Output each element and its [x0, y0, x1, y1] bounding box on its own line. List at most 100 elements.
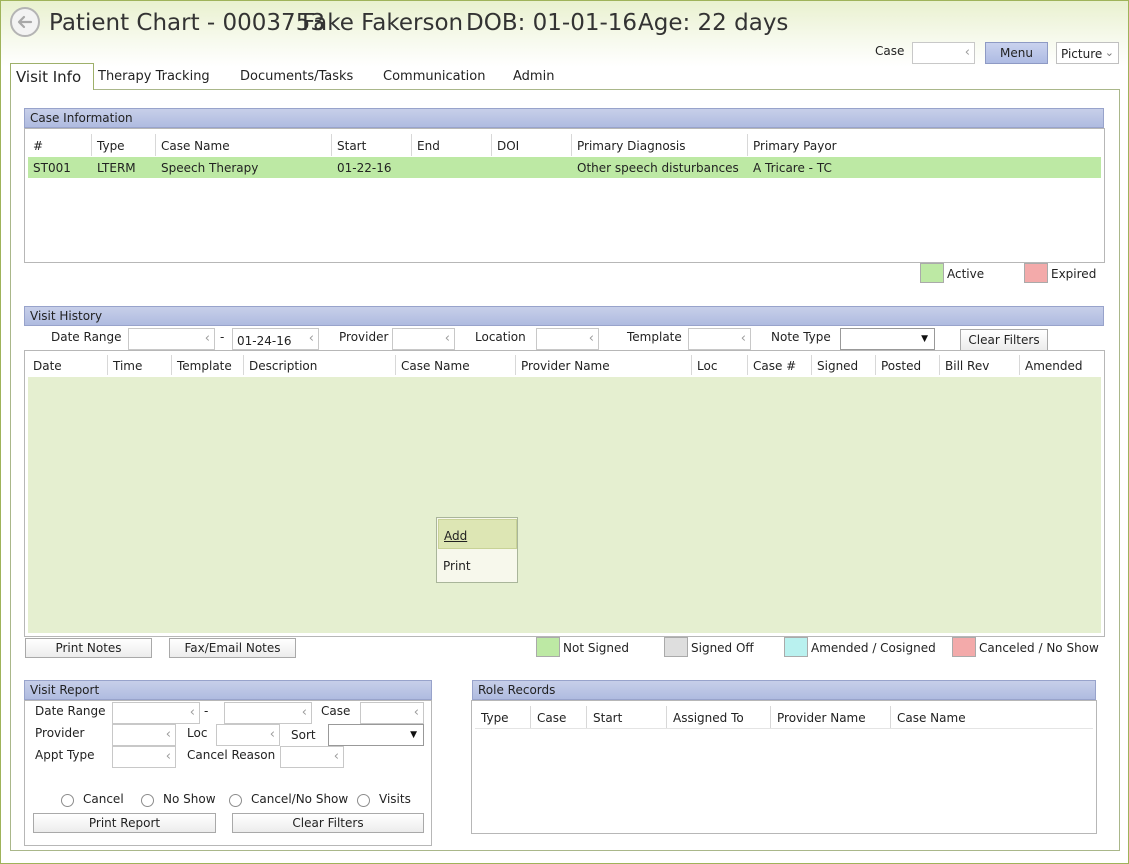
column-header[interactable]: Case — [537, 711, 566, 725]
radio-cancel[interactable] — [61, 794, 74, 807]
report-loc-input[interactable]: ‹ — [216, 724, 280, 746]
column-header[interactable]: Provider Name — [521, 359, 610, 373]
report-appt-type-label: Appt Type — [35, 748, 95, 762]
tab-therapy-tracking[interactable]: Therapy Tracking — [98, 69, 210, 85]
report-provider-input[interactable]: ‹ — [112, 724, 176, 746]
column-header[interactable]: Posted — [881, 359, 921, 373]
column-header[interactable]: Amended — [1025, 359, 1083, 373]
column-header[interactable]: Assigned To — [673, 711, 744, 725]
column-divider — [411, 134, 412, 156]
column-header[interactable]: Case # — [753, 359, 796, 373]
visit-report-header: Visit Report — [24, 680, 432, 700]
column-header[interactable]: Provider Name — [777, 711, 866, 725]
column-divider — [155, 134, 156, 156]
menu-button[interactable]: Menu — [985, 42, 1048, 64]
chevron-left-icon: ‹ — [204, 331, 210, 346]
report-case-label: Case — [321, 704, 351, 718]
legend-expired-label: Expired — [1051, 267, 1097, 281]
back-button[interactable] — [10, 7, 40, 37]
print-report-button[interactable]: Print Report — [33, 813, 216, 833]
report-appt-type-input[interactable]: ‹ — [112, 746, 176, 768]
note-type-select[interactable]: ▼ — [840, 328, 935, 350]
cell-primary-diagnosis: Other speech disturbances — [577, 161, 739, 175]
legend-active-swatch — [920, 263, 944, 283]
column-header[interactable]: Start — [337, 139, 366, 153]
visit-history-header: Visit History — [24, 306, 1104, 326]
column-header[interactable]: Description — [249, 359, 317, 373]
cell-number: ST001 — [33, 161, 71, 175]
provider-input[interactable]: ‹ — [392, 328, 455, 350]
radio-no-show[interactable] — [141, 794, 154, 807]
context-menu: Add Print — [436, 517, 518, 583]
column-divider — [1019, 355, 1020, 375]
column-divider — [243, 355, 244, 375]
column-header[interactable]: Type — [481, 711, 509, 725]
column-header[interactable]: Case Name — [401, 359, 470, 373]
patient-dob: DOB: 01-01-16 — [466, 10, 638, 36]
column-divider — [691, 355, 692, 375]
clear-filters-button[interactable]: Clear Filters — [960, 329, 1048, 351]
template-input[interactable]: ‹ — [688, 328, 751, 350]
column-header[interactable]: Template — [177, 359, 232, 373]
column-header[interactable]: Bill Rev — [945, 359, 989, 373]
column-divider — [491, 134, 492, 156]
column-header[interactable]: Start — [593, 711, 622, 725]
legend-signed-off-label: Signed Off — [691, 641, 754, 655]
print-notes-button[interactable]: Print Notes — [25, 638, 152, 658]
tab-documents-tasks[interactable]: Documents/Tasks — [240, 69, 353, 85]
column-divider — [515, 355, 516, 375]
report-clear-filters-button[interactable]: Clear Filters — [232, 813, 424, 833]
report-case-input[interactable]: ‹ — [360, 702, 424, 724]
visit-history-list-area[interactable] — [28, 377, 1101, 633]
fax-email-notes-button[interactable]: Fax/Email Notes — [169, 638, 296, 658]
visit-history-table: Date Time Template Description Case Name… — [24, 350, 1105, 637]
column-header[interactable]: # — [33, 139, 43, 153]
column-header[interactable]: Type — [97, 139, 125, 153]
column-divider — [890, 706, 891, 728]
patient-age: Age: 22 days — [638, 10, 789, 36]
report-provider-label: Provider — [35, 726, 85, 740]
column-divider — [939, 355, 940, 375]
radio-visits-label: Visits — [379, 792, 411, 806]
case-input[interactable]: ‹ — [912, 42, 975, 64]
column-header[interactable]: Loc — [697, 359, 717, 373]
view-select[interactable]: Picture ⌄ — [1056, 42, 1119, 64]
tab-communication[interactable]: Communication — [383, 69, 485, 85]
date-range-label: Date Range — [51, 330, 122, 344]
column-header[interactable]: Date — [33, 359, 62, 373]
column-divider — [747, 134, 748, 156]
cell-primary-payor: A Tricare - TC — [753, 161, 832, 175]
table-row[interactable]: ST001 LTERM Speech Therapy 01-22-16 Othe… — [28, 157, 1101, 178]
report-cancel-reason-input[interactable]: ‹ — [280, 746, 344, 768]
tab-admin[interactable]: Admin — [513, 69, 554, 85]
report-date-from-input[interactable]: ‹ — [112, 702, 200, 724]
location-input[interactable]: ‹ — [536, 328, 599, 350]
legend-amended-label: Amended / Cosigned — [811, 641, 936, 655]
legend-canceled-swatch — [952, 637, 976, 657]
column-header[interactable]: DOI — [497, 139, 519, 153]
column-header[interactable]: Case Name — [897, 711, 966, 725]
column-header[interactable]: Time — [113, 359, 142, 373]
context-menu-item-print[interactable]: Print — [438, 550, 517, 580]
radio-visits[interactable] — [357, 794, 370, 807]
column-header[interactable]: End — [417, 139, 440, 153]
column-header[interactable]: Signed — [817, 359, 858, 373]
tab-visit-info[interactable]: Visit Info — [10, 63, 94, 90]
column-header[interactable]: Primary Diagnosis — [577, 139, 686, 153]
date-to-input[interactable]: 01-24-16 ‹ — [232, 328, 319, 350]
report-sort-select[interactable]: ▼ — [328, 724, 424, 746]
note-type-label: Note Type — [771, 330, 831, 344]
column-header[interactable]: Primary Payor — [753, 139, 837, 153]
cell-type: LTERM — [97, 161, 136, 175]
column-divider — [747, 355, 748, 375]
column-divider — [395, 355, 396, 375]
report-loc-label: Loc — [187, 726, 208, 740]
report-sort-label: Sort — [291, 728, 316, 742]
column-divider — [331, 134, 332, 156]
report-date-to-input[interactable]: ‹ — [224, 702, 312, 724]
date-from-input[interactable]: ‹ — [128, 328, 215, 350]
radio-cancel-no-show[interactable] — [229, 794, 242, 807]
context-menu-item-add[interactable]: Add — [438, 519, 517, 549]
column-header[interactable]: Case Name — [161, 139, 230, 153]
patient-name: Fake Fakerson — [302, 10, 464, 36]
